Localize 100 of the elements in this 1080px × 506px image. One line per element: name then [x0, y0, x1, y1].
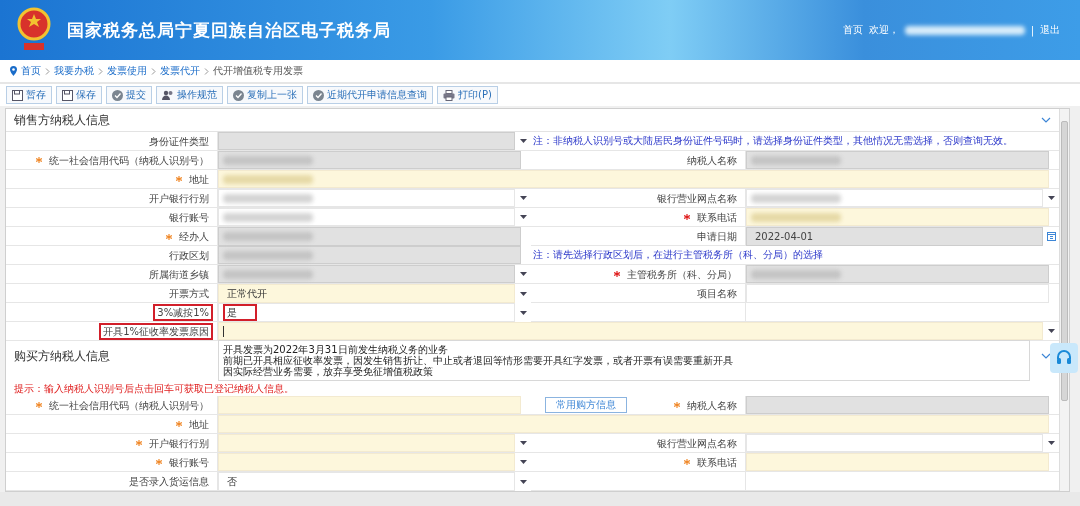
select-field[interactable]: 正常代开: [218, 284, 515, 303]
separator-text: |: [1030, 24, 1034, 36]
toolbar-button[interactable]: 近期代开申请信息查询: [307, 86, 433, 104]
required-mark-icon: [36, 402, 42, 408]
dropdown-arrow-icon[interactable]: [519, 196, 527, 200]
field-label: 统一社会信用代码（纳税人识别号）: [48, 153, 210, 168]
select-field[interactable]: [218, 208, 515, 226]
people-icon: [162, 90, 174, 100]
dropdown-arrow-icon[interactable]: [519, 441, 527, 445]
customer-service-button[interactable]: [1050, 343, 1078, 373]
dropdown-arrow-icon[interactable]: [519, 479, 527, 484]
toolbar-button[interactable]: 复制上一张: [227, 86, 303, 104]
site-title: 国家税务总局宁夏回族自治区电子税务局: [67, 18, 391, 42]
field-label: 开户银行行别: [148, 436, 210, 451]
toolbar-button[interactable]: 提交: [106, 86, 152, 104]
field-label: 地址: [188, 417, 210, 432]
toolbar-button[interactable]: 操作规范: [156, 86, 223, 104]
required-mark-icon: [176, 176, 182, 182]
field-label: 身份证件类型: [148, 134, 210, 149]
headset-icon: [1055, 349, 1073, 367]
select-field[interactable]: [218, 434, 515, 452]
dropdown-arrow-icon[interactable]: [1047, 329, 1055, 333]
select-field[interactable]: [218, 322, 1043, 340]
check-circle-icon: [313, 89, 324, 101]
dropdown-option[interactable]: 前期已开具相应征收率发票，因发生销售折让、中止或者退回等情形需要开具红字发票，或者开票有误需要重新开具: [223, 355, 733, 366]
section-title: 购买方纳税人信息: [14, 347, 110, 365]
field-label: 纳税人名称: [686, 153, 738, 168]
input-field[interactable]: [218, 396, 521, 414]
hint-text: 提示：输入纳税人识别号后点击回车可获取已登记纳税人信息。: [13, 382, 295, 396]
dropdown-option[interactable]: 因实际经营业务需要，放弃享受免征增值税政策: [223, 366, 433, 377]
field-label: 行政区划: [168, 248, 210, 263]
field-label: 项目名称: [696, 287, 738, 301]
input-field[interactable]: [746, 208, 1049, 226]
breadcrumb-link[interactable]: 发票代开: [160, 64, 200, 78]
select-field[interactable]: [218, 189, 515, 207]
required-mark-icon: [136, 440, 142, 446]
check-circle-icon: [233, 89, 244, 101]
common-buyer-info-button[interactable]: 常用购方信息: [545, 397, 627, 413]
field-label: 主管税务所（科、分局）: [626, 267, 738, 282]
required-mark-icon: [684, 214, 690, 220]
field-label: 所属街道乡镇: [148, 267, 210, 282]
breadcrumb-link[interactable]: 首页: [21, 64, 41, 78]
field-label: 申请日期: [696, 230, 738, 244]
toolbar-button[interactable]: 暂存: [6, 86, 52, 104]
input-field[interactable]: [746, 453, 1049, 471]
required-mark-icon: [156, 459, 162, 465]
field-label: 是否录入货运信息: [128, 475, 210, 489]
field-label: 开具1%征收率发票原因: [99, 322, 213, 340]
dropdown-arrow-icon[interactable]: [1047, 196, 1055, 200]
chevron-icon[interactable]: [1041, 117, 1051, 123]
field-label: 3%减按1%: [153, 304, 213, 321]
select-field[interactable]: [746, 434, 1043, 452]
note-text: 注：非纳税人识别号或大陆居民身份证件号码时，请选择身份证件类型，其他情况无需选择，否则查询无效。: [532, 134, 1014, 148]
dropdown-arrow-icon[interactable]: [519, 215, 527, 219]
breadcrumb-link[interactable]: 代开增值税专用发票: [213, 64, 303, 78]
dropdown-arrow-icon[interactable]: [519, 310, 527, 315]
field-label: 开户银行行别: [148, 191, 210, 206]
field-label: 银行营业网点名称: [656, 191, 738, 206]
welcome-text: 欢迎，: [868, 23, 899, 37]
breadcrumb-link[interactable]: 发票使用: [107, 64, 147, 78]
chevron-right-icon: [45, 67, 50, 75]
dropdown-arrow-icon[interactable]: [519, 291, 527, 296]
save-icon: [12, 89, 23, 101]
dropdown-arrow-icon[interactable]: [519, 460, 527, 464]
field-label: 联系电话: [696, 455, 738, 470]
field-label: 经办人: [178, 230, 210, 244]
required-mark-icon: [614, 271, 620, 277]
toolbar-button[interactable]: 打印(P): [437, 86, 498, 104]
dropdown-arrow-icon[interactable]: [1047, 441, 1055, 445]
location-pin-icon: [10, 66, 17, 76]
select-field[interactable]: [746, 189, 1043, 207]
input-field[interactable]: [218, 415, 1049, 433]
required-mark-icon: [176, 421, 182, 427]
field-label: 地址: [188, 172, 210, 187]
printer-icon: [443, 89, 455, 101]
field-label: 银行账号: [168, 210, 210, 225]
field-label: 纳税人名称: [686, 398, 738, 413]
emblem-icon: [15, 7, 53, 53]
section-title: 销售方纳税人信息: [14, 111, 110, 129]
field-label: 银行账号: [168, 455, 210, 470]
home-link[interactable]: 首页: [842, 23, 863, 37]
input-field[interactable]: [218, 170, 1049, 188]
required-mark-icon: [166, 233, 172, 240]
required-mark-icon: [36, 157, 42, 163]
select-field[interactable]: 是: [218, 303, 515, 322]
toolbar-button[interactable]: 保存: [56, 86, 102, 104]
chevron-right-icon: [151, 67, 156, 75]
breadcrumb-link[interactable]: 我要办税: [54, 64, 94, 78]
check-circle-icon: [112, 89, 123, 101]
input-field[interactable]: [746, 284, 1049, 303]
chevron-right-icon: [98, 67, 103, 75]
note-text: 注：请先选择行政区划后，在进行主管税务所（科、分局）的选择: [532, 248, 824, 262]
logout-link[interactable]: 退出: [1040, 23, 1060, 37]
save-icon: [62, 89, 73, 101]
required-mark-icon: [684, 459, 690, 465]
dropdown-option[interactable]: 开具发票为2022年3月31日前发生纳税义务的业务: [223, 344, 448, 355]
select-field[interactable]: [218, 453, 515, 471]
select-field[interactable]: 否: [218, 472, 515, 491]
scrollbar[interactable]: [1059, 109, 1069, 491]
field-label: 统一社会信用代码（纳税人识别号）: [48, 398, 210, 413]
